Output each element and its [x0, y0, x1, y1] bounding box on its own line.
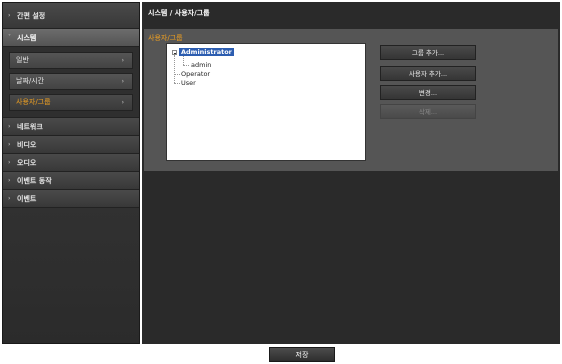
- tree-node-operator[interactable]: Operator: [181, 70, 210, 78]
- chevron-right-icon: ›: [8, 141, 11, 148]
- main-content: 시스템 / 사용자/그룹 사용자/그룹 Administrator admin …: [142, 2, 560, 344]
- submenu-item-label: 일반: [16, 56, 29, 64]
- tree-connector: [174, 55, 175, 83]
- sidebar-item-network[interactable]: › 네트워크: [3, 118, 139, 136]
- chevron-right-icon: ›: [8, 195, 11, 202]
- sidebar-item-label: 비디오: [17, 141, 37, 149]
- sidebar-item-quick-setup[interactable]: › 간편 설정: [3, 3, 139, 29]
- sidebar-item-label: 네트워크: [17, 123, 43, 131]
- modify-button[interactable]: 변경...: [380, 85, 476, 100]
- sidebar-item-label: 이벤트: [17, 195, 37, 203]
- chevron-right-icon: ›: [121, 57, 124, 64]
- submenu-item-date-time[interactable]: 날짜/시간 ›: [9, 73, 133, 90]
- chevron-down-icon: ˅: [8, 34, 11, 41]
- submenu-item-user-group[interactable]: 사용자/그룹 ›: [9, 94, 133, 111]
- chevron-right-icon: ›: [8, 177, 11, 184]
- sidebar: › 간편 설정 ˅ 시스템 일반 › 날짜/시간 › 사용자/그룹 › › 네트…: [2, 2, 140, 344]
- tree-connector: [183, 65, 189, 66]
- tree-connector: [174, 74, 180, 75]
- tree-node-user[interactable]: User: [181, 79, 196, 87]
- tree-node-administrator[interactable]: Administrator: [179, 48, 234, 56]
- add-user-button[interactable]: 사용자 추가...: [380, 66, 476, 81]
- sidebar-item-label: 시스템: [17, 34, 37, 42]
- chevron-right-icon: ›: [121, 78, 124, 85]
- chevron-right-icon: ›: [8, 12, 11, 19]
- sidebar-item-event[interactable]: › 이벤트: [3, 190, 139, 208]
- save-button[interactable]: 저장: [269, 347, 335, 362]
- system-submenu: 일반 › 날짜/시간 › 사용자/그룹 ›: [3, 47, 139, 118]
- add-group-button[interactable]: 그룹 추가...: [380, 45, 476, 60]
- submenu-item-general[interactable]: 일반 ›: [9, 52, 133, 69]
- user-group-panel: 사용자/그룹 Administrator admin Operator User…: [144, 29, 558, 171]
- page-title: 시스템 / 사용자/그룹: [148, 9, 210, 17]
- tree-node-admin[interactable]: admin: [191, 61, 211, 69]
- sidebar-item-label: 오디오: [17, 159, 37, 167]
- submenu-item-label: 날짜/시간: [16, 77, 45, 85]
- tree-connector: [183, 55, 184, 65]
- sidebar-item-system[interactable]: ˅ 시스템: [3, 29, 139, 47]
- chevron-right-icon: ›: [8, 159, 11, 166]
- submenu-item-label: 사용자/그룹: [16, 98, 51, 106]
- delete-button[interactable]: 삭제...: [380, 104, 476, 119]
- sidebar-item-event-action[interactable]: › 이벤트 동작: [3, 172, 139, 190]
- sidebar-item-label: 이벤트 동작: [17, 177, 52, 185]
- footer: 저장: [0, 344, 562, 364]
- section-title: 사용자/그룹: [148, 34, 183, 42]
- chevron-right-icon: ›: [121, 99, 124, 106]
- sidebar-item-label: 간편 설정: [17, 12, 46, 20]
- chevron-right-icon: ›: [8, 123, 11, 130]
- tree-connector: [174, 83, 180, 84]
- sidebar-item-video[interactable]: › 비디오: [3, 136, 139, 154]
- user-group-tree[interactable]: Administrator admin Operator User: [166, 43, 366, 161]
- app-window: › 간편 설정 ˅ 시스템 일반 › 날짜/시간 › 사용자/그룹 › › 네트…: [0, 0, 562, 364]
- sidebar-item-audio[interactable]: › 오디오: [3, 154, 139, 172]
